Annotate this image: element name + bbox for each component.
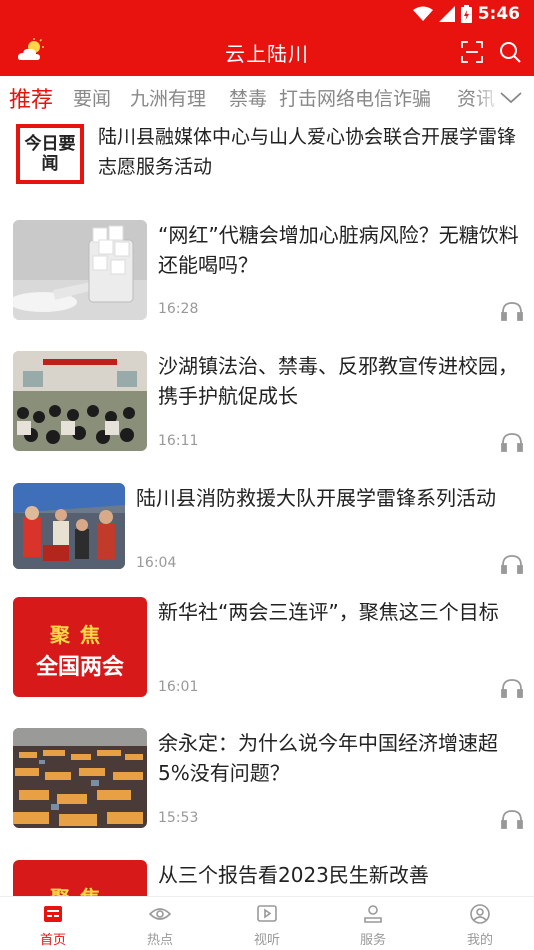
thumbnail-caption-top: 聚焦 bbox=[13, 882, 147, 896]
article-thumbnail bbox=[13, 220, 147, 320]
nav-label: 视听 bbox=[253, 933, 280, 948]
nav-label: 我的 bbox=[466, 933, 493, 948]
nav-label: 热点 bbox=[146, 933, 173, 948]
article-thumbnail: 聚焦 bbox=[13, 860, 147, 896]
article-headline: “网红”代糖会增加心脏病风险？无糖饮料还能喝吗？ bbox=[158, 223, 519, 277]
article-headline: 新华社“两会三连评”，聚焦这三个目标 bbox=[158, 600, 499, 624]
scan-icon[interactable] bbox=[461, 41, 483, 63]
headphones-icon[interactable] bbox=[500, 553, 524, 575]
play-icon bbox=[257, 905, 277, 922]
nav-profile[interactable]: 我的 bbox=[440, 903, 520, 948]
thumbnail-caption-bottom: 全国两会 bbox=[35, 655, 124, 680]
app-title: 云上陆川 bbox=[225, 42, 309, 66]
profile-icon bbox=[470, 904, 490, 924]
home-icon bbox=[44, 906, 62, 922]
article-headline: 陆川县消防救援大队开展学雷锋系列活动 bbox=[136, 486, 496, 510]
thumbnail-caption-top: 聚焦 bbox=[50, 623, 110, 647]
eye-icon bbox=[149, 908, 171, 920]
nav-hot[interactable]: 热点 bbox=[120, 903, 200, 948]
news-item[interactable]: 聚焦 全国两会 新华社“两会三连评”，聚焦这三个目标 16:01 bbox=[13, 597, 526, 699]
headphones-icon[interactable] bbox=[500, 808, 524, 830]
status-time: 5:46 bbox=[477, 4, 520, 24]
tab-headlines[interactable]: 要闻 bbox=[73, 84, 111, 111]
signal-icon bbox=[438, 6, 455, 22]
app-header: 云上陆川 bbox=[0, 28, 534, 76]
news-item[interactable]: 余永定：为什么说今年中国经济增速超5%没有问题？ 15:53 bbox=[13, 728, 526, 830]
article-time: 16:04 bbox=[136, 555, 177, 571]
article-time: 16:28 bbox=[158, 301, 199, 317]
headphones-icon[interactable] bbox=[500, 431, 524, 453]
status-bar: 5:46 bbox=[0, 0, 534, 28]
article-thumbnail bbox=[13, 351, 147, 451]
nav-home[interactable]: 首页 bbox=[13, 903, 93, 948]
article-headline: 余永定：为什么说今年中国经济增速超5%没有问题？ bbox=[158, 731, 498, 785]
tab-antidrug[interactable]: 禁毒 bbox=[229, 84, 267, 111]
tab-recommend[interactable]: 推荐 bbox=[9, 82, 53, 114]
nav-label: 首页 bbox=[39, 933, 66, 948]
news-item[interactable]: 聚焦 从三个报告看2023民生新改善 bbox=[13, 860, 526, 896]
article-headline: 沙湖镇法治、禁毒、反邪教宣传进校园，携手护航促成长 bbox=[158, 354, 518, 408]
nav-media[interactable]: 视听 bbox=[227, 903, 307, 948]
nav-service[interactable]: 服务 bbox=[333, 903, 413, 948]
battery-icon bbox=[460, 5, 472, 23]
headphones-icon[interactable] bbox=[500, 300, 524, 322]
lead-news-item[interactable]: 今日要闻 陆川县融媒体中心与山人爱心协会联合开展学雷锋志愿服务活动 bbox=[16, 118, 526, 190]
article-headline: 从三个报告看2023民生新改善 bbox=[158, 863, 429, 887]
lead-headline: 陆川县融媒体中心与山人爱心协会联合开展学雷锋志愿服务活动 bbox=[98, 126, 517, 178]
bottom-nav: 首页 热点 视听 服务 我的 bbox=[0, 896, 534, 950]
news-item[interactable]: 陆川县消防救援大队开展学雷锋系列活动 16:04 bbox=[13, 483, 526, 574]
headphones-icon[interactable] bbox=[500, 677, 524, 699]
service-icon bbox=[364, 905, 382, 923]
article-thumbnail: 聚焦 全国两会 bbox=[13, 597, 147, 697]
chevron-down-icon[interactable] bbox=[498, 84, 524, 110]
nav-label: 服务 bbox=[359, 933, 386, 948]
today-news-logo: 今日要闻 bbox=[16, 124, 84, 184]
article-time: 16:11 bbox=[158, 433, 199, 449]
news-item[interactable]: “网红”代糖会增加心脏病风险？无糖饮料还能喝吗？ 16:28 bbox=[13, 220, 526, 322]
tab-antifraud[interactable]: 打击网络电信诈骗 bbox=[279, 84, 431, 111]
search-icon[interactable] bbox=[498, 40, 522, 64]
article-time: 15:53 bbox=[158, 810, 199, 826]
wifi-icon bbox=[412, 6, 433, 21]
article-thumbnail bbox=[13, 483, 125, 569]
channel-tabs: 推荐 要闻 九洲有理 禁毒 打击网络电信诈骗 资讯 bbox=[0, 76, 534, 118]
tab-jiuzhou[interactable]: 九洲有理 bbox=[130, 84, 206, 111]
article-time: 16:01 bbox=[158, 679, 199, 695]
news-item[interactable]: 沙湖镇法治、禁毒、反邪教宣传进校园，携手护航促成长 16:11 bbox=[13, 351, 526, 453]
article-thumbnail bbox=[13, 728, 147, 828]
